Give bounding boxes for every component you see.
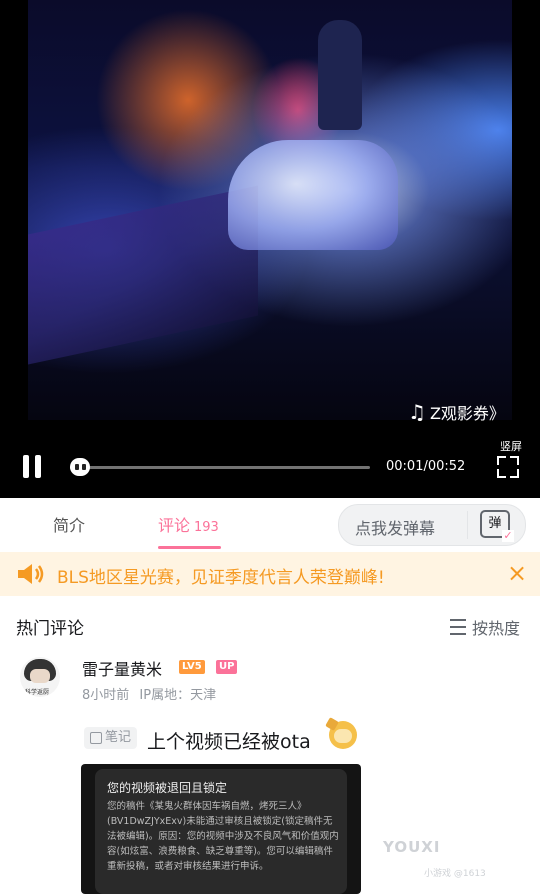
- tab-comments-label: 评论: [158, 516, 191, 535]
- playback-time: 00:01/00:52: [386, 459, 466, 474]
- video-scene-car: [228, 140, 398, 250]
- video-watermark: ♫ Z观影券》: [408, 400, 505, 424]
- sort-label: 按热度: [472, 619, 521, 638]
- speaker-icon: [18, 564, 44, 584]
- notice-title: 您的视频被退回且锁定: [107, 781, 228, 795]
- tab-intro[interactable]: 简介: [53, 512, 85, 536]
- tab-comments-count: 193: [194, 520, 219, 535]
- avatar[interactable]: 科学返厨: [20, 657, 60, 697]
- note-tag[interactable]: 笔记: [84, 727, 138, 749]
- sort-icon: [450, 619, 466, 635]
- seek-bar[interactable]: [70, 458, 370, 476]
- danmaku-icon-label: 弹: [488, 516, 502, 531]
- danmaku-placeholder: 点我发弹幕: [355, 519, 436, 538]
- notice-body: 您的稿件《某鬼火群体因车祸自燃，烤死三人》(BV1DwZJYxExv)未能通过审…: [107, 801, 339, 872]
- video-scene-barrier: [28, 185, 258, 365]
- notice-card: 您的视频被退回且锁定 您的稿件《某鬼火群体因车祸自燃，烤死三人》(BV1DwZJ…: [95, 769, 347, 894]
- note-icon: [90, 732, 102, 744]
- danmaku-toggle-icon[interactable]: 弹 ✓: [480, 510, 514, 542]
- avatar-face: [30, 669, 50, 683]
- check-icon: ✓: [502, 529, 514, 542]
- doge-emoji-icon: [329, 721, 357, 749]
- fullscreen-button[interactable]: [497, 456, 519, 478]
- tab-indicator: [158, 546, 221, 549]
- portrait-mode-button[interactable]: 竖屏: [500, 438, 522, 454]
- video-watermark-text: Z观影券》: [429, 404, 505, 423]
- comment-username[interactable]: 雷子量黄米: [82, 656, 162, 680]
- announcement-banner[interactable]: BLS地区星光赛，见证季度代言人荣登巅峰! ×: [0, 552, 540, 596]
- sort-button[interactable]: 按热度: [450, 615, 520, 639]
- video-scene-person: [318, 20, 362, 130]
- level-badge: LV5: [179, 660, 205, 674]
- comment-text: 上个视频已经被ota: [147, 731, 311, 753]
- pause-button[interactable]: [20, 455, 44, 479]
- avatar-tag: 科学返厨: [25, 689, 50, 696]
- comment-time: 8小时前: [82, 688, 130, 703]
- note-tag-label: 笔记: [105, 730, 132, 745]
- pause-icon: [23, 455, 29, 478]
- corner-watermark: YOUXI: [383, 838, 441, 856]
- banner-text: BLS地区星光赛，见证季度代言人荣登巅峰!: [57, 568, 385, 588]
- music-note-icon: ♫: [408, 400, 426, 424]
- pause-icon-bar: [35, 455, 41, 478]
- comment-image[interactable]: 您的视频被退回且锁定 您的稿件《某鬼火群体因车祸自燃，烤死三人》(BV1DwZJ…: [81, 764, 361, 894]
- danmaku-divider: [467, 511, 468, 539]
- up-badge: UP: [216, 660, 238, 674]
- comment-meta: 8小时前 IP属地：天津: [82, 684, 216, 703]
- video-player[interactable]: ♫ Z观影券》 竖屏 00:01/00:52: [0, 0, 540, 498]
- video-frame: [28, 0, 512, 420]
- comment-ip: IP属地：天津: [139, 688, 217, 703]
- close-icon[interactable]: ×: [507, 559, 527, 587]
- seek-thumb[interactable]: [70, 458, 90, 476]
- hot-comments-title: 热门评论: [16, 619, 84, 639]
- tab-comments[interactable]: 评论 193: [158, 512, 219, 536]
- corner-watermark-sub: 小游戏 @1613: [424, 869, 486, 879]
